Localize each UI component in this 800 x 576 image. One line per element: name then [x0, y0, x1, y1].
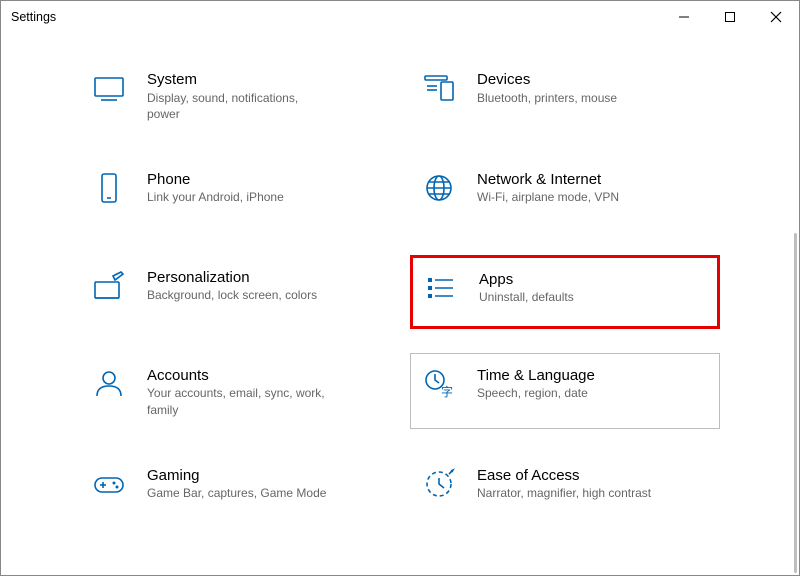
tile-title: Gaming [147, 466, 326, 486]
tile-text: Network & InternetWi-Fi, airplane mode, … [477, 168, 619, 206]
tile-network[interactable]: Network & InternetWi-Fi, airplane mode, … [410, 157, 720, 231]
tile-text: AccountsYour accounts, email, sync, work… [147, 364, 327, 418]
ease-icon [419, 464, 459, 504]
phone-icon [89, 168, 129, 208]
maximize-button[interactable] [707, 1, 753, 33]
scrollbar[interactable] [794, 233, 797, 573]
tile-title: Devices [477, 70, 617, 90]
apps-icon [421, 268, 461, 308]
tile-gaming[interactable]: GamingGame Bar, captures, Game Mode [80, 453, 390, 527]
tile-title: Network & Internet [477, 170, 619, 190]
monitor-icon [89, 68, 129, 108]
settings-window: Settings SystemDisplay, sound, notificat… [0, 0, 800, 576]
tile-text: SystemDisplay, sound, notifications, pow… [147, 68, 327, 122]
tile-time-language[interactable]: Time & LanguageSpeech, region, date [410, 353, 720, 429]
window-controls [661, 1, 799, 33]
tile-subtitle: Bluetooth, printers, mouse [477, 90, 617, 106]
tile-title: Accounts [147, 366, 327, 386]
tile-title: System [147, 70, 327, 90]
tile-text: Time & LanguageSpeech, region, date [477, 364, 595, 402]
minimize-button[interactable] [661, 1, 707, 33]
tile-text: PersonalizationBackground, lock screen, … [147, 266, 317, 304]
tile-subtitle: Background, lock screen, colors [147, 287, 317, 303]
tile-devices[interactable]: DevicesBluetooth, printers, mouse [410, 57, 720, 133]
titlebar: Settings [1, 1, 799, 33]
tile-phone[interactable]: PhoneLink your Android, iPhone [80, 157, 390, 231]
tile-subtitle: Link your Android, iPhone [147, 189, 284, 205]
tile-subtitle: Narrator, magnifier, high contrast [477, 485, 651, 501]
tile-title: Personalization [147, 268, 317, 288]
tile-subtitle: Display, sound, notifications, power [147, 90, 327, 122]
person-icon [89, 364, 129, 404]
tile-title: Phone [147, 170, 284, 190]
tile-title: Time & Language [477, 366, 595, 386]
tile-apps[interactable]: AppsUninstall, defaults [410, 255, 720, 329]
tile-ease-of-access[interactable]: Ease of AccessNarrator, magnifier, high … [410, 453, 720, 527]
tile-text: AppsUninstall, defaults [479, 268, 574, 306]
tile-text: PhoneLink your Android, iPhone [147, 168, 284, 206]
window-title: Settings [11, 10, 56, 24]
tile-subtitle: Game Bar, captures, Game Mode [147, 485, 326, 501]
tile-text: GamingGame Bar, captures, Game Mode [147, 464, 326, 502]
globe-icon [419, 168, 459, 208]
tile-title: Ease of Access [477, 466, 651, 486]
content-area: SystemDisplay, sound, notifications, pow… [1, 33, 799, 575]
tile-system[interactable]: SystemDisplay, sound, notifications, pow… [80, 57, 390, 133]
tile-text: DevicesBluetooth, printers, mouse [477, 68, 617, 106]
tile-subtitle: Speech, region, date [477, 385, 595, 401]
tile-accounts[interactable]: AccountsYour accounts, email, sync, work… [80, 353, 390, 429]
paint-icon [89, 266, 129, 306]
close-button[interactable] [753, 1, 799, 33]
tile-text: Ease of AccessNarrator, magnifier, high … [477, 464, 651, 502]
timelang-icon [419, 364, 459, 404]
devices-icon [419, 68, 459, 108]
tile-subtitle: Uninstall, defaults [479, 289, 574, 305]
tile-subtitle: Wi-Fi, airplane mode, VPN [477, 189, 619, 205]
tile-personalization[interactable]: PersonalizationBackground, lock screen, … [80, 255, 390, 329]
gamepad-icon [89, 464, 129, 504]
settings-grid: SystemDisplay, sound, notifications, pow… [80, 57, 720, 527]
tile-subtitle: Your accounts, email, sync, work, family [147, 385, 327, 417]
tile-title: Apps [479, 270, 574, 290]
